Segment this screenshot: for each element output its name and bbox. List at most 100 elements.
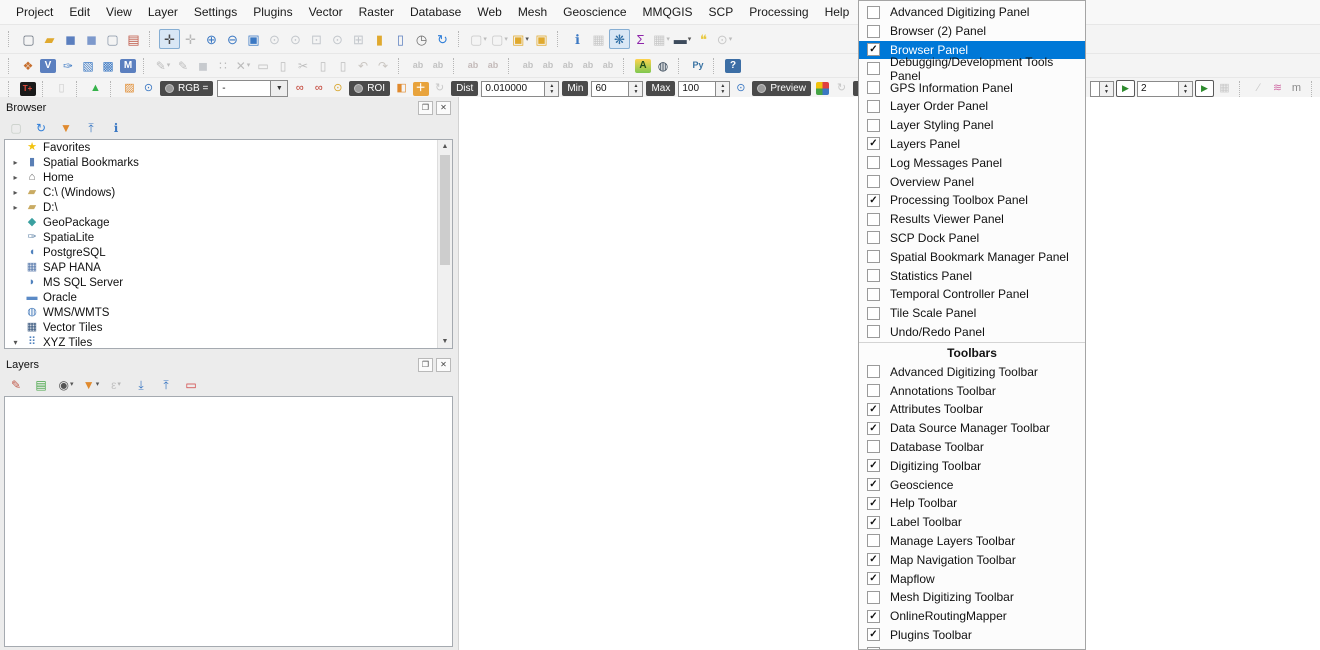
dist-spinbox[interactable]: 0.010000▲▼ [481, 81, 559, 97]
threshold-value[interactable]: 2 [1137, 81, 1179, 97]
tree-item-vector-tiles[interactable]: ▦Vector Tiles [5, 320, 452, 335]
scroll-thumb[interactable] [440, 155, 450, 265]
menu-view[interactable]: View [98, 2, 140, 22]
add-group-button[interactable]: ▤ [31, 375, 51, 394]
tree-item-sap-hana[interactable]: ▦SAP HANA [5, 260, 452, 275]
menu-item-advanced-digitizing-panel[interactable]: Advanced Digitizing Panel [859, 3, 1085, 22]
close-panel-icon[interactable]: ✕ [436, 101, 451, 115]
zoom-full-button[interactable]: ▣ [243, 29, 264, 49]
tree-item-c-windows[interactable]: ▸▰C:\ (Windows) [5, 185, 452, 200]
dist-spinner-arrows[interactable]: ▲▼ [545, 81, 559, 97]
map-tips-button[interactable]: ❝ [693, 29, 714, 49]
geoscience-tools-button[interactable]: A [633, 57, 653, 75]
max-spinner-arrows[interactable]: ▲▼ [716, 81, 730, 97]
menu-mmqgis[interactable]: MMQGIS [635, 2, 701, 22]
menu-item-map-navigation-toolbar[interactable]: ✓Map Navigation Toolbar [859, 550, 1085, 569]
add-raster-layer-button[interactable]: ▩ [98, 57, 118, 75]
menu-item-scp-dock-panel[interactable]: SCP Dock Panel [859, 229, 1085, 248]
temporal-controller-button[interactable]: ◷ [411, 29, 432, 49]
add-vector-layer-button[interactable]: V [38, 57, 58, 75]
close-panel-icon[interactable]: ✕ [436, 358, 451, 372]
refresh-map-button[interactable]: ↻ [432, 29, 453, 49]
tree-item-ms-sql-server[interactable]: ◗MS SQL Server [5, 275, 452, 290]
menu-item-tile-scale-panel[interactable]: Tile Scale Panel [859, 304, 1085, 323]
vertex-tool-dropdown-icon[interactable]: ▾ [247, 62, 251, 69]
add-postgis-layer-button[interactable]: ▧ [78, 57, 98, 75]
menu-item-results-viewer-panel[interactable]: Results Viewer Panel [859, 210, 1085, 229]
help-contents-button[interactable]: ? [723, 57, 743, 75]
tree-item-home[interactable]: ▸⌂Home [5, 170, 452, 185]
menu-item-project-toolbar[interactable]: ✓Project Toolbar [859, 644, 1085, 650]
expand-all-layers-button[interactable]: ⤓ [131, 375, 151, 394]
scp-next-2-button[interactable]: ▶ [1195, 80, 1214, 97]
scp-spectral-signature-button[interactable]: ∞ [290, 80, 309, 97]
menu-item-statistics-panel[interactable]: Statistics Panel [859, 266, 1085, 285]
browser-scrollbar[interactable]: ▲ ▼ [437, 140, 452, 348]
zoom-out-button[interactable]: ⊖ [222, 29, 243, 49]
clipped-value[interactable] [1090, 81, 1100, 97]
menu-item-label-toolbar[interactable]: ✓Label Toolbar [859, 513, 1085, 532]
layers-tree[interactable] [4, 396, 453, 647]
data-source-manager-button[interactable]: ❖ [18, 57, 38, 75]
menu-settings[interactable]: Settings [186, 2, 245, 22]
roi-polygon-button[interactable]: ◧ [392, 80, 411, 97]
scp-bandset-button[interactable]: T+ [18, 80, 37, 97]
menu-web[interactable]: Web [469, 2, 509, 22]
deselect-features-button[interactable]: ▣▾ [510, 29, 531, 49]
threshold-spinner-arrows[interactable]: ▲▼ [1179, 81, 1193, 97]
menu-scp[interactable]: SCP [701, 2, 742, 22]
roi-pointer-button[interactable]: ＋ [411, 80, 430, 97]
expander-expanded-icon[interactable]: ▾ [10, 338, 21, 347]
scroll-up-icon[interactable]: ▲ [438, 140, 452, 153]
search-tool-dropdown-icon[interactable]: ▾ [729, 36, 733, 43]
new-spatial-bookmark-button[interactable]: ▮ [369, 29, 390, 49]
open-project-button[interactable]: ▰ [39, 29, 60, 49]
tree-item-wms-wmts[interactable]: ◍WMS/WMTS [5, 305, 452, 320]
rgb-combo[interactable]: -▼ [217, 80, 288, 97]
processing-toolbox-button[interactable]: ❋ [609, 29, 630, 49]
remove-layer-button[interactable]: ▭ [181, 375, 201, 394]
roi-zoom-button[interactable]: ⊙ [328, 80, 347, 97]
expander-collapsed-icon[interactable]: ▸ [10, 158, 21, 167]
min-value[interactable]: 60 [591, 81, 629, 97]
project-properties-button[interactable]: ▢ [102, 29, 123, 49]
manage-visibility-button[interactable]: ◉▾ [56, 375, 76, 394]
float-panel-icon[interactable]: ❐ [418, 101, 433, 115]
collapse-all-button[interactable]: ⤒ [81, 118, 101, 137]
menu-item-layers-panel[interactable]: ✓Layers Panel [859, 135, 1085, 154]
rgb-combo-value[interactable]: - [217, 80, 271, 97]
min-spinner-arrows[interactable]: ▲▼ [629, 81, 643, 97]
menu-project[interactable]: Project [8, 2, 61, 22]
preview-colors-button[interactable] [813, 80, 832, 97]
menu-item-onlineroutingmapper[interactable]: ✓OnlineRoutingMapper [859, 607, 1085, 626]
menu-database[interactable]: Database [402, 2, 469, 22]
tree-item-postgresql[interactable]: ◖PostgreSQL [5, 245, 452, 260]
menu-item-overview-panel[interactable]: Overview Panel [859, 172, 1085, 191]
scp-spectral-plot-button[interactable]: ∞ [309, 80, 328, 97]
expander-collapsed-icon[interactable]: ▸ [10, 173, 21, 182]
menu-item-advanced-digitizing-toolbar[interactable]: Advanced Digitizing Toolbar [859, 362, 1085, 381]
menu-item-manage-layers-toolbar[interactable]: Manage Layers Toolbar [859, 532, 1085, 551]
osm-place-search-button[interactable]: ◍ [653, 57, 673, 75]
open-table-options-dropdown-icon[interactable]: ▾ [666, 36, 670, 43]
filter-legend-button[interactable]: ▼▾ [81, 375, 101, 394]
menu-item-browser-2-panel[interactable]: Browser (2) Panel [859, 22, 1085, 41]
menu-item-temporal-controller-panel[interactable]: Temporal Controller Panel [859, 285, 1085, 304]
deselect-features-dropdown-icon[interactable]: ▾ [525, 36, 529, 43]
scroll-down-icon[interactable]: ▼ [438, 335, 452, 348]
scp-working-toolbar-button[interactable]: ▨ [120, 80, 139, 97]
style-manager-button[interactable]: ▤ [123, 29, 144, 49]
current-edits-dropdown-icon[interactable]: ▾ [167, 62, 171, 69]
menu-raster[interactable]: Raster [351, 2, 402, 22]
tree-item-oracle[interactable]: ▬Oracle [5, 290, 452, 305]
new-project-button[interactable]: ▢ [18, 29, 39, 49]
expander-collapsed-icon[interactable]: ▸ [10, 188, 21, 197]
expander-collapsed-icon[interactable]: ▸ [10, 203, 21, 212]
max-value[interactable]: 100 [678, 81, 716, 97]
menu-mesh[interactable]: Mesh [510, 2, 555, 22]
menu-item-data-source-manager-toolbar[interactable]: ✓Data Source Manager Toolbar [859, 419, 1085, 438]
show-spatial-bookmarks-button[interactable]: ▯ [390, 29, 411, 49]
manage-visibility-dropdown-icon[interactable]: ▾ [70, 381, 74, 388]
add-mesh-layer-button[interactable]: M [118, 57, 138, 75]
pan-map-button[interactable]: ✛ [159, 29, 180, 49]
